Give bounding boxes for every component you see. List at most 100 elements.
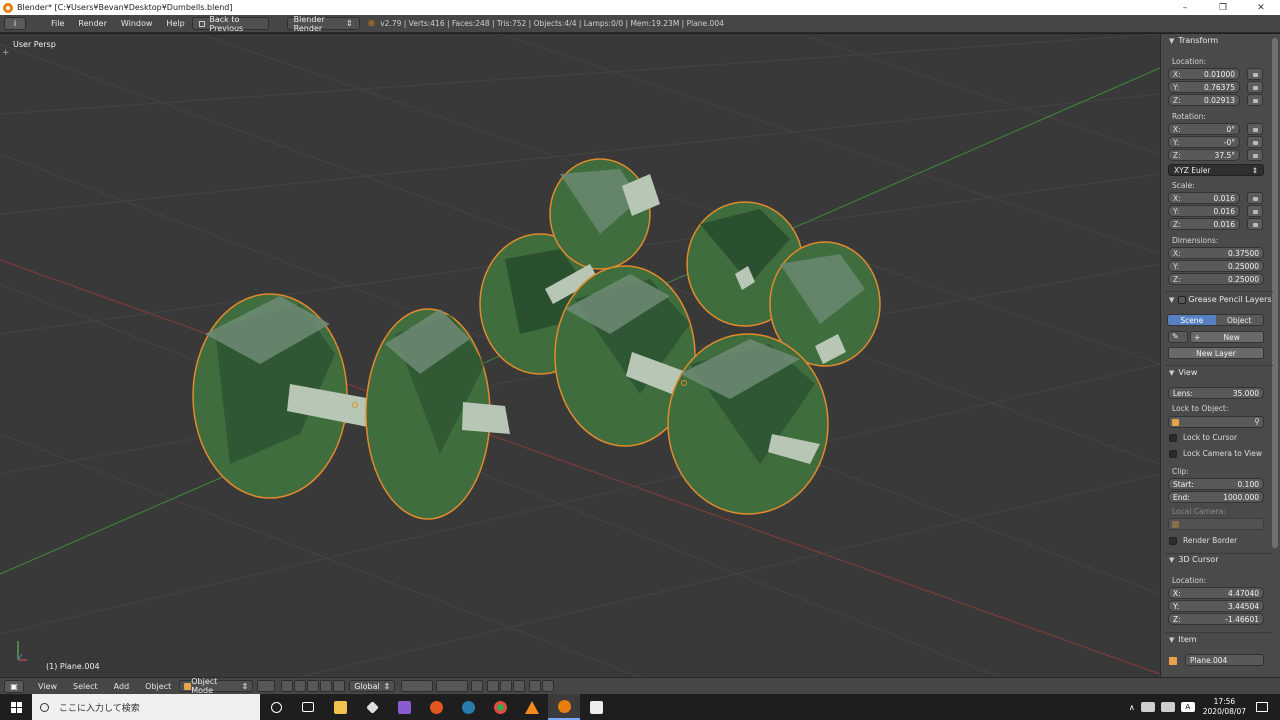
- volume-icon[interactable]: [1160, 702, 1175, 712]
- lock-scale-x-icon[interactable]: [1247, 192, 1263, 204]
- close-button[interactable]: ✕: [1242, 0, 1280, 15]
- start-button[interactable]: [0, 694, 32, 720]
- restore-button[interactable]: ❐: [1204, 0, 1242, 15]
- lock-location-x-icon[interactable]: [1247, 68, 1263, 80]
- lock-location-y-icon[interactable]: [1247, 81, 1263, 93]
- clip-end-field[interactable]: End: 1000.000: [1168, 491, 1264, 503]
- lock-location-z-icon[interactable]: [1247, 94, 1263, 106]
- menu-file[interactable]: File: [44, 19, 71, 28]
- menu-help[interactable]: Help: [159, 19, 191, 28]
- steam-icon[interactable]: [452, 694, 484, 720]
- cursor-y-field[interactable]: Y: 3.44504: [1168, 600, 1264, 612]
- render-border-checkbox[interactable]: Render Border: [1169, 536, 1237, 545]
- grease-pencil-enable-checkbox[interactable]: [1178, 295, 1187, 304]
- object-tab[interactable]: Object: [1215, 315, 1263, 325]
- chrome-icon[interactable]: [484, 694, 516, 720]
- lock-rotation-y-icon[interactable]: [1247, 136, 1263, 148]
- view-section-header[interactable]: ▼ View: [1169, 368, 1197, 377]
- dimensions-x-field[interactable]: X: 0.37500: [1168, 247, 1264, 259]
- location-x-field[interactable]: X: 0.01000: [1168, 68, 1240, 80]
- rotation-y-field[interactable]: Y: -0°: [1168, 136, 1240, 148]
- task-view-icon[interactable]: [292, 694, 324, 720]
- viewport-corner-plus-icon[interactable]: +: [2, 48, 10, 58]
- render-engine-select[interactable]: Blender Render ⇕: [286, 15, 360, 33]
- manipulator-toggle-icon[interactable]: [294, 680, 307, 692]
- taskbar-search-box[interactable]: ここに入力して検索: [32, 694, 260, 720]
- local-camera-field[interactable]: [1168, 518, 1264, 530]
- dimensions-z-field[interactable]: Z: 0.25000: [1168, 273, 1264, 285]
- file-explorer-icon[interactable]: [324, 694, 356, 720]
- menu-add[interactable]: Add: [106, 682, 138, 691]
- snap-toggle-icon[interactable]: [500, 680, 513, 692]
- 3d-viewport[interactable]: + User Persp (1) Plane.004: [0, 34, 1160, 677]
- transform-orientation-select[interactable]: Global ⇕: [349, 680, 396, 692]
- pivot-point-icon[interactable]: [281, 680, 294, 692]
- menu-window[interactable]: Window: [114, 19, 160, 28]
- viewport-shading-select[interactable]: [257, 680, 276, 692]
- lock-rotation-x-icon[interactable]: [1247, 123, 1263, 135]
- network-icon[interactable]: [1140, 702, 1155, 712]
- lock-camera-to-view-checkbox[interactable]: Lock Camera to View: [1169, 449, 1262, 458]
- new-grease-pencil-button[interactable]: + New: [1190, 331, 1264, 343]
- menu-view[interactable]: View: [30, 682, 65, 691]
- panel-scrollbar[interactable]: [1272, 38, 1278, 548]
- minimize-button[interactable]: –: [1166, 0, 1204, 15]
- lock-object-field[interactable]: ⚲: [1168, 416, 1264, 428]
- object-name-field[interactable]: Plane.004: [1185, 654, 1264, 666]
- 3d-cursor-section-header[interactable]: ▼ 3D Cursor: [1169, 555, 1218, 564]
- dumbbell-front-left[interactable]: [192, 293, 510, 520]
- rotate-manipulator-icon[interactable]: [320, 680, 333, 692]
- layer-buttons-group-2[interactable]: [436, 680, 469, 692]
- snap-element-icon[interactable]: [513, 680, 526, 692]
- layer-lock-icon[interactable]: [471, 680, 484, 692]
- proportional-edit-icon[interactable]: [487, 680, 500, 692]
- transform-section-header[interactable]: ▼ Transform: [1169, 36, 1218, 45]
- rotation-x-field[interactable]: X: 0°: [1168, 123, 1240, 135]
- cursor-x-field[interactable]: X: 4.47040: [1168, 587, 1264, 599]
- scale-z-field[interactable]: Z: 0.016: [1168, 218, 1240, 230]
- lock-rotation-z-icon[interactable]: [1247, 149, 1263, 161]
- 3d-view-editor-icon[interactable]: ▣: [4, 679, 24, 693]
- eyedropper-icon[interactable]: ⚲: [1254, 417, 1260, 426]
- cortana-icon[interactable]: [260, 694, 292, 720]
- item-section-header[interactable]: ▼ Item: [1169, 635, 1197, 644]
- visual-studio-icon[interactable]: [388, 694, 420, 720]
- menu-render[interactable]: Render: [71, 19, 113, 28]
- new-layer-button[interactable]: New Layer: [1168, 347, 1264, 359]
- menu-select[interactable]: Select: [65, 682, 106, 691]
- firefox-icon[interactable]: [420, 694, 452, 720]
- clock[interactable]: 17:56 2020/08/07: [1203, 697, 1246, 717]
- translate-manipulator-icon[interactable]: [307, 680, 320, 692]
- lock-scale-y-icon[interactable]: [1247, 205, 1263, 217]
- twitch-icon[interactable]: [580, 694, 612, 720]
- clip-start-field[interactable]: Start: 0.100: [1168, 478, 1264, 490]
- lens-field[interactable]: Lens: 35.000: [1168, 387, 1264, 399]
- vlc-icon[interactable]: [516, 694, 548, 720]
- rotation-mode-select[interactable]: XYZ Euler ⇕: [1168, 164, 1264, 176]
- show-hidden-icons-icon[interactable]: ∧: [1129, 703, 1135, 712]
- pencil-datablock-field[interactable]: ✎: [1168, 331, 1188, 343]
- scene-tab[interactable]: Scene: [1168, 315, 1216, 325]
- info-editor-icon[interactable]: i: [4, 17, 26, 30]
- layer-buttons-group-1[interactable]: [401, 680, 434, 692]
- scale-y-field[interactable]: Y: 0.016: [1168, 205, 1240, 217]
- unity-icon[interactable]: [356, 694, 388, 720]
- ime-mode-icon[interactable]: A: [1180, 702, 1195, 712]
- scale-x-field[interactable]: X: 0.016: [1168, 192, 1240, 204]
- rotation-z-field[interactable]: Z: 37.5°: [1168, 149, 1240, 161]
- blender-taskbar-icon[interactable]: [548, 694, 580, 720]
- scale-manipulator-icon[interactable]: [333, 680, 346, 692]
- properties-panel[interactable]: ▼ Transform Location: X: 0.01000 Y: 0.7637…: [1160, 34, 1280, 677]
- dimensions-y-field[interactable]: Y: 0.25000: [1168, 260, 1264, 272]
- cursor-z-field[interactable]: Z: -1.46601: [1168, 613, 1264, 625]
- lock-to-cursor-checkbox[interactable]: Lock to Cursor: [1169, 433, 1237, 442]
- menu-object[interactable]: Object: [137, 682, 179, 691]
- interaction-mode-select[interactable]: Object Mode ⇕: [179, 677, 254, 695]
- back-to-previous-button[interactable]: Back to Previous: [191, 15, 269, 33]
- opengl-render-image-icon[interactable]: [529, 680, 542, 692]
- lock-scale-z-icon[interactable]: [1247, 218, 1263, 230]
- location-z-field[interactable]: Z: 0.02913: [1168, 94, 1240, 106]
- location-y-field[interactable]: Y: 0.76375: [1168, 81, 1240, 93]
- opengl-render-animation-icon[interactable]: [542, 680, 555, 692]
- grease-pencil-section-header[interactable]: ▼ Grease Pencil Layers: [1169, 295, 1272, 304]
